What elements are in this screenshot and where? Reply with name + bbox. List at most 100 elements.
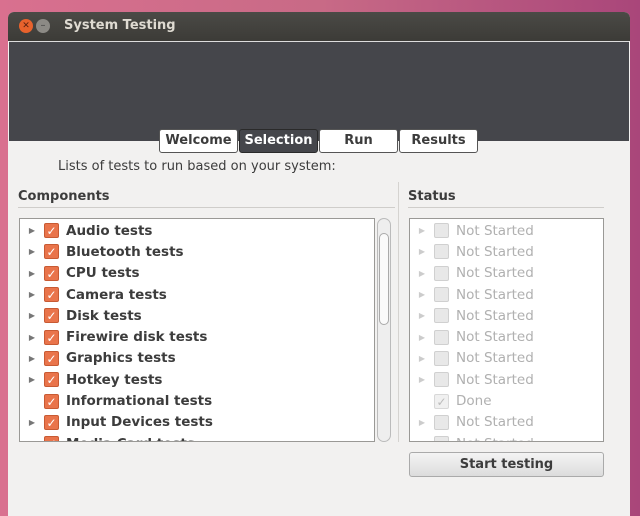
component-label: Media Card tests (66, 436, 195, 441)
checkbox[interactable] (434, 414, 449, 430)
expand-arrow-icon[interactable]: ▶ (415, 226, 429, 235)
checkbox[interactable]: ✓ (44, 350, 59, 366)
components-list: ▶ ✓ Audio tests ▶ ✓ Bluetooth tests ▶ ✓ CPU test… (19, 218, 375, 442)
list-item[interactable]: ▶ Not Started (410, 263, 603, 284)
status-label: Not Started (456, 350, 534, 367)
expand-arrow-icon[interactable]: ▶ (25, 226, 39, 235)
expand-arrow-icon[interactable]: ▶ (415, 290, 429, 299)
title-bar: ✕ – System Testing (8, 12, 630, 41)
start-testing-button[interactable]: Start testing (409, 452, 604, 477)
checkbox[interactable]: ✓ (44, 308, 59, 324)
list-item[interactable]: ▶ ✓ Firewire disk tests (20, 326, 374, 347)
scrollbar-thumb[interactable] (379, 233, 389, 325)
checkbox[interactable] (434, 265, 449, 281)
expand-arrow-icon[interactable]: ▶ (25, 418, 39, 427)
header-banner (9, 41, 629, 141)
minimize-icon[interactable]: – (36, 19, 50, 33)
status-label: Not Started (456, 307, 534, 324)
list-item[interactable]: ▶ ✓ Bluetooth tests (20, 241, 374, 262)
checkbox[interactable] (434, 350, 449, 366)
checkbox[interactable] (434, 436, 449, 441)
status-label: Not Started (456, 286, 534, 303)
checkbox[interactable]: ✓ (44, 393, 59, 409)
checkbox[interactable]: ✓ (44, 265, 59, 281)
expand-arrow-icon[interactable]: ▶ (25, 311, 39, 320)
list-item[interactable]: ▶ Not Started (410, 284, 603, 305)
list-item[interactable]: ▶ ✓ Disk tests (20, 305, 374, 326)
subtitle: Lists of tests to run based on your syst… (58, 159, 336, 174)
list-item[interactable]: ▶ Not Started (410, 326, 603, 347)
expand-arrow-icon[interactable]: ▶ (415, 311, 429, 320)
component-label: Bluetooth tests (66, 243, 184, 260)
checkbox[interactable] (434, 372, 449, 388)
expand-arrow-icon[interactable]: ▶ (415, 269, 429, 278)
tab-run[interactable]: Run (319, 129, 398, 153)
tab-welcome[interactable]: Welcome (159, 129, 238, 153)
status-label: Not Started (456, 222, 534, 239)
component-label: Informational tests (66, 393, 213, 410)
list-item[interactable]: ▶ Not Started (410, 348, 603, 369)
expand-arrow-icon[interactable]: ▶ (415, 247, 429, 256)
list-item[interactable]: ▶ Not Started (410, 305, 603, 326)
scrollbar[interactable] (377, 218, 391, 442)
list-item[interactable]: ▶ Not Started (410, 241, 603, 262)
checkbox[interactable]: ✓ (44, 329, 59, 345)
divider (398, 182, 399, 442)
expand-arrow-icon[interactable]: ▶ (415, 439, 429, 441)
expand-arrow-icon[interactable]: ▶ (415, 418, 429, 427)
list-item[interactable]: ▶ Not Started (410, 412, 603, 433)
list-item[interactable]: ✓ Informational tests (20, 390, 374, 411)
component-label: Graphics tests (66, 350, 176, 367)
status-label: Not Started (456, 414, 534, 431)
list-item[interactable]: ▶ Not Started (410, 220, 603, 241)
checkbox[interactable]: ✓ (44, 287, 59, 303)
component-label: CPU tests (66, 265, 140, 282)
checkbox[interactable]: ✓ (44, 223, 59, 239)
expand-arrow-icon[interactable]: ▶ (415, 375, 429, 384)
checkbox[interactable]: ✓ (44, 244, 59, 260)
checkbox[interactable]: ✓ (44, 414, 59, 430)
status-label: Not Started (456, 371, 534, 388)
expand-arrow-icon[interactable]: ▶ (25, 375, 39, 384)
checkbox[interactable] (434, 287, 449, 303)
list-item[interactable]: ▶ ✓ Media Card tests (20, 433, 374, 441)
status-label: Not Started (456, 243, 534, 260)
checkbox[interactable]: ✓ (44, 372, 59, 388)
expand-arrow-icon[interactable]: ▶ (25, 333, 39, 342)
tab-bar: Welcome Selection Run Results (159, 129, 479, 153)
status-label: Not Started (456, 265, 534, 282)
close-icon[interactable]: ✕ (19, 19, 33, 33)
list-item[interactable]: ▶ Not Started (410, 369, 603, 390)
list-item[interactable]: ▶ ✓ Hotkey tests (20, 369, 374, 390)
checkbox[interactable] (434, 244, 449, 260)
status-label: Not Started (456, 329, 534, 346)
window: ✕ – System Testing Welcome Selection Run… (8, 12, 630, 516)
status-label: Not Started (456, 436, 534, 441)
list-item[interactable]: ▶ ✓ Audio tests (20, 220, 374, 241)
list-item[interactable]: ▶ ✓ Graphics tests (20, 348, 374, 369)
checkbox[interactable] (434, 308, 449, 324)
checkbox[interactable]: ✓ (434, 393, 449, 409)
list-item[interactable]: ▶ ✓ CPU tests (20, 263, 374, 284)
list-item[interactable]: ✓ Done (410, 390, 603, 411)
expand-arrow-icon[interactable]: ▶ (25, 247, 39, 256)
component-label: Camera tests (66, 286, 167, 303)
checkbox[interactable] (434, 223, 449, 239)
component-label: Hotkey tests (66, 371, 163, 388)
expand-arrow-icon[interactable]: ▶ (25, 269, 39, 278)
list-item[interactable]: ▶ Not Started (410, 433, 603, 441)
component-label: Audio tests (66, 222, 153, 239)
expand-arrow-icon[interactable]: ▶ (25, 290, 39, 299)
checkbox[interactable]: ✓ (44, 436, 59, 441)
checkbox[interactable] (434, 329, 449, 345)
expand-arrow-icon[interactable]: ▶ (25, 354, 39, 363)
list-item[interactable]: ▶ ✓ Camera tests (20, 284, 374, 305)
component-label: Input Devices tests (66, 414, 213, 431)
tab-selection[interactable]: Selection (239, 129, 318, 153)
status-header: Status (408, 189, 604, 208)
expand-arrow-icon[interactable]: ▶ (25, 439, 39, 441)
tab-results[interactable]: Results (399, 129, 478, 153)
expand-arrow-icon[interactable]: ▶ (415, 354, 429, 363)
expand-arrow-icon[interactable]: ▶ (415, 333, 429, 342)
list-item[interactable]: ▶ ✓ Input Devices tests (20, 412, 374, 433)
